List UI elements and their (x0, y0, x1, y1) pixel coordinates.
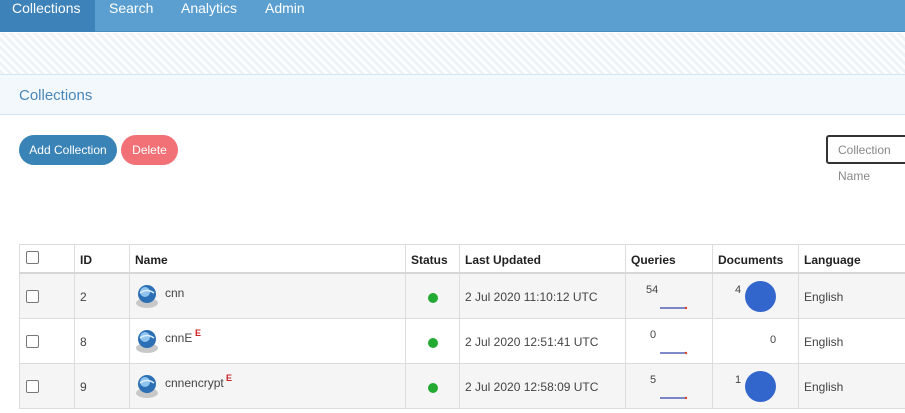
id-cell: 2 (74, 274, 129, 318)
table-row[interactable]: 8 cnnE E 2 Jul 2020 12:51:41 UTC 0 0 Eng… (19, 319, 905, 364)
queries-cell: 54 (625, 274, 712, 318)
status-cell (405, 364, 459, 408)
section-header: Collections (0, 74, 905, 115)
select-all-checkbox[interactable] (26, 251, 39, 264)
row-id: 2 (80, 290, 87, 304)
queries-count: 54 (646, 284, 659, 296)
status-online-indicator (428, 383, 438, 393)
header-id[interactable]: ID (74, 245, 129, 272)
header-checkbox-cell (19, 245, 74, 272)
status-cell (405, 274, 459, 318)
header-status-label: Status (411, 253, 448, 267)
status-online-indicator (428, 338, 438, 348)
delete-button[interactable]: Delete (121, 135, 178, 165)
header-name[interactable]: Name (129, 245, 405, 272)
status-online-indicator (428, 293, 438, 303)
documents-count: 1 (735, 374, 742, 386)
status-cell (405, 319, 459, 363)
nav-collections[interactable]: Collections (0, 0, 95, 32)
page-title: Collections (19, 87, 93, 104)
encrypted-badge: E (195, 328, 202, 338)
collection-name-link[interactable]: cnn (165, 286, 184, 300)
header-id-label: ID (80, 253, 92, 267)
globe-icon (136, 285, 158, 308)
language-cell: English (798, 364, 905, 408)
header-status[interactable]: Status (405, 245, 459, 272)
row-id: 9 (80, 380, 87, 394)
row-checkbox-cell (19, 274, 74, 318)
header-documents-label: Documents (718, 253, 784, 267)
name-cell: cnn (129, 274, 405, 318)
last-updated-value: 2 Jul 2020 11:10:12 UTC (465, 290, 598, 304)
table-row[interactable]: 9 cnnencrypt E 2 Jul 2020 12:58:09 UTC 5… (19, 364, 905, 409)
header-name-label: Name (135, 253, 168, 267)
header-language-label: Language (804, 253, 861, 267)
header-last-updated[interactable]: Last Updated (459, 245, 625, 272)
queries-cell: 5 (625, 364, 712, 408)
documents-cell: 4 (712, 274, 798, 318)
queries-count: 5 (650, 374, 657, 386)
documents-bubble (745, 281, 776, 312)
table-header-row: ID Name Status Last Updated Queries Docu… (19, 244, 905, 274)
queries-count: 0 (650, 329, 657, 341)
row-checkbox[interactable] (26, 380, 39, 393)
documents-bubble (745, 371, 776, 402)
header-documents[interactable]: Documents (712, 245, 798, 272)
language-value: English (804, 335, 844, 349)
nav-analytics[interactable]: Analytics (181, 0, 237, 32)
row-checkbox-cell (19, 319, 74, 363)
row-checkbox[interactable] (26, 290, 39, 303)
collection-name-link[interactable]: cnnencrypt (165, 376, 224, 390)
row-checkbox-cell (19, 364, 74, 408)
queries-sparkline (660, 396, 688, 400)
last-updated-cell: 2 Jul 2020 11:10:12 UTC (459, 274, 625, 318)
collection-name-link[interactable]: cnnE (165, 331, 192, 345)
header-queries-label: Queries (631, 253, 676, 267)
queries-sparkline (660, 306, 688, 310)
collection-name-filter-input[interactable]: Collection Name (826, 135, 905, 183)
last-updated-cell: 2 Jul 2020 12:58:09 UTC (459, 364, 625, 408)
documents-count: 0 (770, 334, 777, 346)
language-value: English (804, 290, 844, 304)
row-checkbox[interactable] (26, 335, 39, 348)
name-cell: cnnencrypt E (129, 364, 405, 408)
globe-icon (136, 375, 158, 398)
language-value: English (804, 380, 844, 394)
last-updated-cell: 2 Jul 2020 12:51:41 UTC (459, 319, 625, 363)
language-cell: English (798, 274, 905, 318)
header-last-updated-label: Last Updated (465, 253, 542, 267)
documents-cell: 1 (712, 364, 798, 408)
language-cell: English (798, 319, 905, 363)
header-language[interactable]: Language (798, 245, 905, 272)
add-collection-button[interactable]: Add Collection (19, 135, 117, 165)
header-queries[interactable]: Queries (625, 245, 712, 272)
queries-sparkline (660, 351, 688, 355)
name-cell: cnnE E (129, 319, 405, 363)
top-nav: Collections Search Analytics Admin (0, 0, 905, 32)
documents-cell: 0 (712, 319, 798, 363)
row-id: 8 (80, 335, 87, 349)
nav-admin[interactable]: Admin (265, 0, 305, 32)
last-updated-value: 2 Jul 2020 12:58:09 UTC (465, 380, 599, 394)
id-cell: 8 (74, 319, 129, 363)
decorative-band (0, 33, 905, 74)
encrypted-badge: E (226, 373, 233, 383)
queries-cell: 0 (625, 319, 712, 363)
nav-search[interactable]: Search (109, 0, 153, 32)
id-cell: 9 (74, 364, 129, 408)
globe-icon (136, 330, 158, 353)
documents-count: 4 (735, 284, 742, 296)
table-row[interactable]: 2 cnn 2 Jul 2020 11:10:12 UTC 54 4 Engli… (19, 274, 905, 319)
last-updated-value: 2 Jul 2020 12:51:41 UTC (465, 335, 599, 349)
